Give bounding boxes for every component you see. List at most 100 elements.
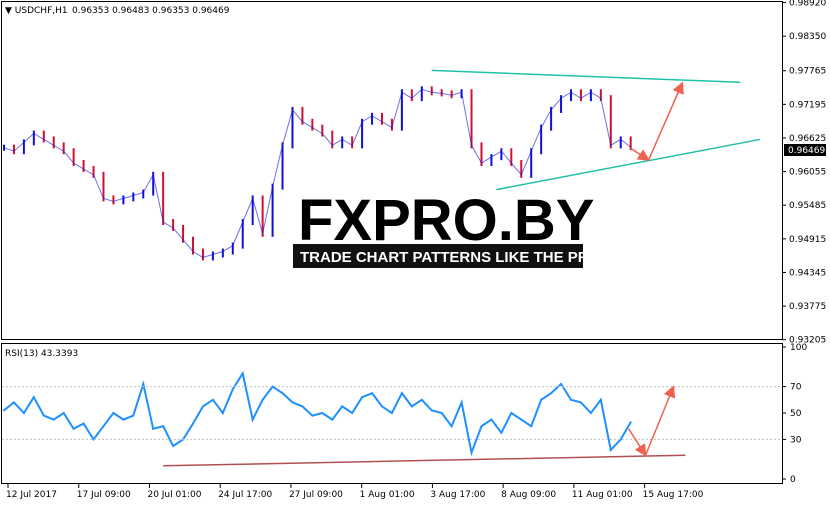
price-y-tick-label: 0.96625	[789, 134, 826, 144]
rsi-point	[540, 398, 543, 401]
rsi-point	[371, 392, 374, 395]
rsi-y-tick-label: 50	[790, 409, 802, 419]
rsi-point	[3, 409, 5, 412]
rsi-point	[560, 382, 563, 385]
rsi-point	[102, 425, 105, 428]
rsi-point	[12, 401, 15, 404]
price-y-tick-label: 0.95485	[789, 201, 826, 211]
y-axis-ticks: 0.98920 0.98350 0.97765 0.97195 0.96625 0.960…	[782, 0, 826, 485]
rsi-y-tick-label: 30	[790, 435, 802, 445]
x-tick-label: 24 Jul 17:00	[218, 490, 272, 500]
rsi-point	[301, 405, 304, 408]
x-tick-label: 15 Aug 17:00	[643, 490, 704, 500]
rsi-point	[470, 451, 473, 454]
x-tick-label: 27 Jul 09:00	[289, 490, 343, 500]
price-y-tick-label: 0.98350	[789, 32, 826, 42]
rsi-point	[112, 412, 115, 414]
rsi-point	[251, 418, 254, 421]
rsi-point	[361, 396, 364, 399]
rsi-point	[132, 414, 135, 417]
rsi-point	[351, 412, 354, 414]
rsi-point	[520, 418, 523, 421]
rsi-point	[381, 405, 383, 408]
rsi-point	[192, 422, 194, 425]
rsi-point	[142, 382, 145, 385]
rsi-point	[530, 425, 533, 428]
price-y-tick-label: 0.93775	[789, 302, 826, 312]
chart-canvas[interactable]: FXPRO.BY TRADE CHART PATTERNS LIKE THE P…	[0, 0, 830, 504]
rsi-point	[500, 431, 503, 434]
chart-header-symbol: ▼ USDCHF,H1	[5, 6, 68, 16]
rsi-point	[211, 398, 214, 401]
rsi-point	[52, 418, 55, 421]
rsi-point	[460, 401, 463, 404]
current-price-label: 0.96469	[788, 146, 825, 156]
rsi-point	[410, 405, 413, 408]
rsi-point	[430, 409, 433, 412]
price-y-tick-label: 0.97195	[789, 100, 826, 110]
x-tick-label: 11 Aug 01:00	[572, 490, 633, 500]
x-tick-label: 1 Aug 01:00	[360, 490, 415, 500]
rsi-point	[579, 401, 582, 404]
rsi-point	[82, 422, 85, 425]
x-tick-label: 3 Aug 17:00	[430, 490, 485, 500]
price-y-tick-label: 0.94345	[789, 268, 826, 278]
rsi-point	[390, 412, 393, 414]
rsi-point	[450, 425, 453, 428]
rsi-point	[261, 398, 264, 401]
x-axis-ticks: 12 Jul 2017 17 Jul 09:00 20 Jul 01:00 24 Ju…	[6, 484, 704, 500]
rsi-point	[172, 445, 175, 447]
rsi-point	[490, 418, 493, 421]
rsi-point	[510, 412, 513, 414]
rsi-point	[42, 414, 45, 417]
rsi-point	[570, 398, 572, 401]
x-tick-label: 20 Jul 01:00	[147, 490, 201, 500]
price-pane[interactable]	[1, 1, 783, 340]
rsi-point	[152, 427, 155, 430]
rsi-point	[221, 412, 224, 414]
price-y-tick-label: 0.98920	[789, 0, 826, 9]
rsi-point	[62, 412, 65, 414]
chart-header-ohlc: 0.96353 0.96483 0.96353 0.96469	[72, 6, 230, 16]
rsi-point	[32, 396, 35, 399]
rsi-point	[331, 418, 334, 421]
price-y-tick-label: 0.94915	[789, 235, 826, 245]
rsi-point	[22, 412, 25, 414]
x-tick-label: 8 Aug 09:00	[501, 490, 556, 500]
watermark-logo: FXPRO.BY TRADE CHART PATTERNS LIKE THE P…	[293, 188, 610, 268]
rsi-point	[201, 405, 204, 408]
watermark-brand: FXPRO.BY	[298, 188, 595, 253]
x-tick-label: 17 Jul 09:00	[77, 490, 131, 500]
header-symbol: USDCHF,H1	[15, 6, 68, 16]
rsi-point	[589, 412, 592, 414]
rsi-point	[609, 448, 612, 451]
price-y-tick-label: 0.96055	[789, 168, 826, 178]
rsi-y-tick-label: 0	[790, 475, 796, 485]
header-dropdown-icon: ▼	[5, 6, 15, 16]
rsi-point	[341, 405, 344, 408]
rsi-point	[550, 392, 553, 395]
rsi-point	[241, 372, 244, 375]
rsi-point	[420, 398, 423, 401]
rsi-y-tick-label: 70	[790, 383, 802, 393]
watermark-tagline: TRADE CHART PATTERNS LIKE THE PROS	[300, 249, 610, 266]
rsi-point	[231, 388, 234, 391]
rsi-point	[311, 414, 314, 417]
rsi-point	[291, 401, 294, 404]
current-price-tag: 0.96469	[784, 144, 826, 156]
price-y-tick-label: 0.97765	[789, 67, 826, 77]
rsi-point	[629, 421, 632, 424]
x-tick-label: 12 Jul 2017	[6, 490, 57, 500]
rsi-point	[281, 392, 284, 395]
rsi-point	[400, 392, 403, 395]
rsi-point	[619, 438, 622, 441]
rsi-header: RSI(13) 43.3393	[5, 349, 78, 359]
rsi-point	[480, 425, 483, 428]
chart-window[interactable]: FXPRO.BY TRADE CHART PATTERNS LIKE THE P…	[0, 0, 830, 504]
rsi-point	[440, 412, 443, 414]
rsi-y-tick-label: 100	[790, 343, 807, 353]
rsi-point	[162, 425, 165, 428]
rsi-point	[321, 412, 324, 414]
rsi-point	[599, 398, 602, 401]
rsi-point	[72, 427, 75, 430]
